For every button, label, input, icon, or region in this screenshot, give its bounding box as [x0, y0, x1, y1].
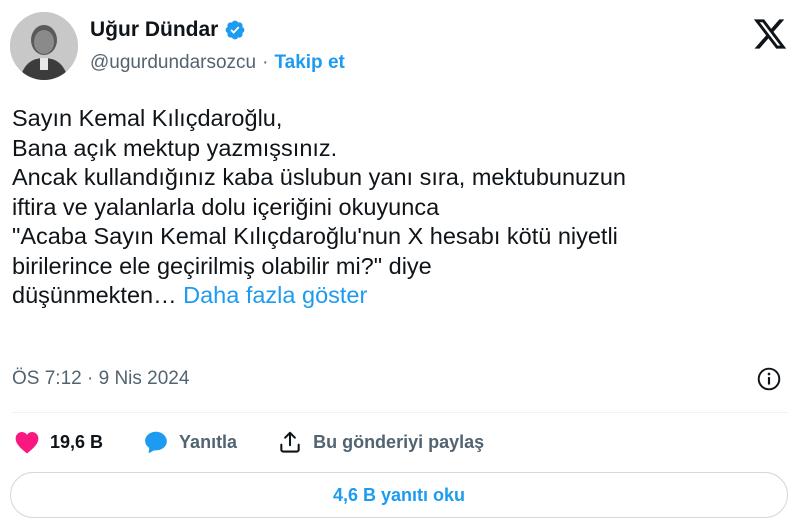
info-icon[interactable] [756, 366, 782, 392]
tweet-timestamp[interactable]: ÖS 7:12 · 9 Nis 2024 [12, 368, 189, 390]
reply-button[interactable]: Yanıtla [143, 429, 237, 455]
read-replies-button[interactable]: 4,6 B yanıtı oku [10, 472, 788, 518]
show-more-link[interactable]: Daha fazla göster [183, 282, 367, 308]
action-bar: 19,6 B Yanıtla Bu gönderiyi paylaş [14, 424, 484, 460]
x-logo-icon[interactable] [752, 16, 788, 52]
tweet-text: Sayın Kemal Kılıçdaroğlu, Bana açık mekt… [12, 105, 626, 308]
like-button[interactable]: 19,6 B [14, 430, 103, 454]
author-handle-row: @ugurdundarsozcu · Takip et [90, 52, 345, 74]
separator-dot: · [262, 52, 269, 73]
share-label: Bu gönderiyi paylaş [313, 431, 485, 452]
tweet-header: Uğur Dündar @ugurdundarsozcu · Takip et [8, 8, 792, 84]
share-button[interactable]: Bu gönderiyi paylaş [277, 429, 484, 455]
share-icon [280, 431, 300, 453]
divider [12, 412, 788, 413]
avatar-photo [10, 12, 78, 80]
like-count: 19,6 B [50, 431, 104, 452]
verified-badge-icon [224, 19, 246, 41]
tweet-body: Sayın Kemal Kılıçdaroğlu, Bana açık mekt… [12, 104, 788, 311]
author-name-row: Uğur Dündar [90, 18, 246, 42]
author-handle[interactable]: @ugurdundarsozcu [90, 52, 256, 74]
speech-bubble-icon [145, 431, 167, 453]
author-display-name[interactable]: Uğur Dündar [90, 18, 218, 42]
avatar[interactable] [10, 12, 78, 80]
reply-label: Yanıtla [179, 431, 238, 452]
follow-button[interactable]: Takip et [274, 52, 344, 74]
heart-icon [15, 432, 39, 454]
